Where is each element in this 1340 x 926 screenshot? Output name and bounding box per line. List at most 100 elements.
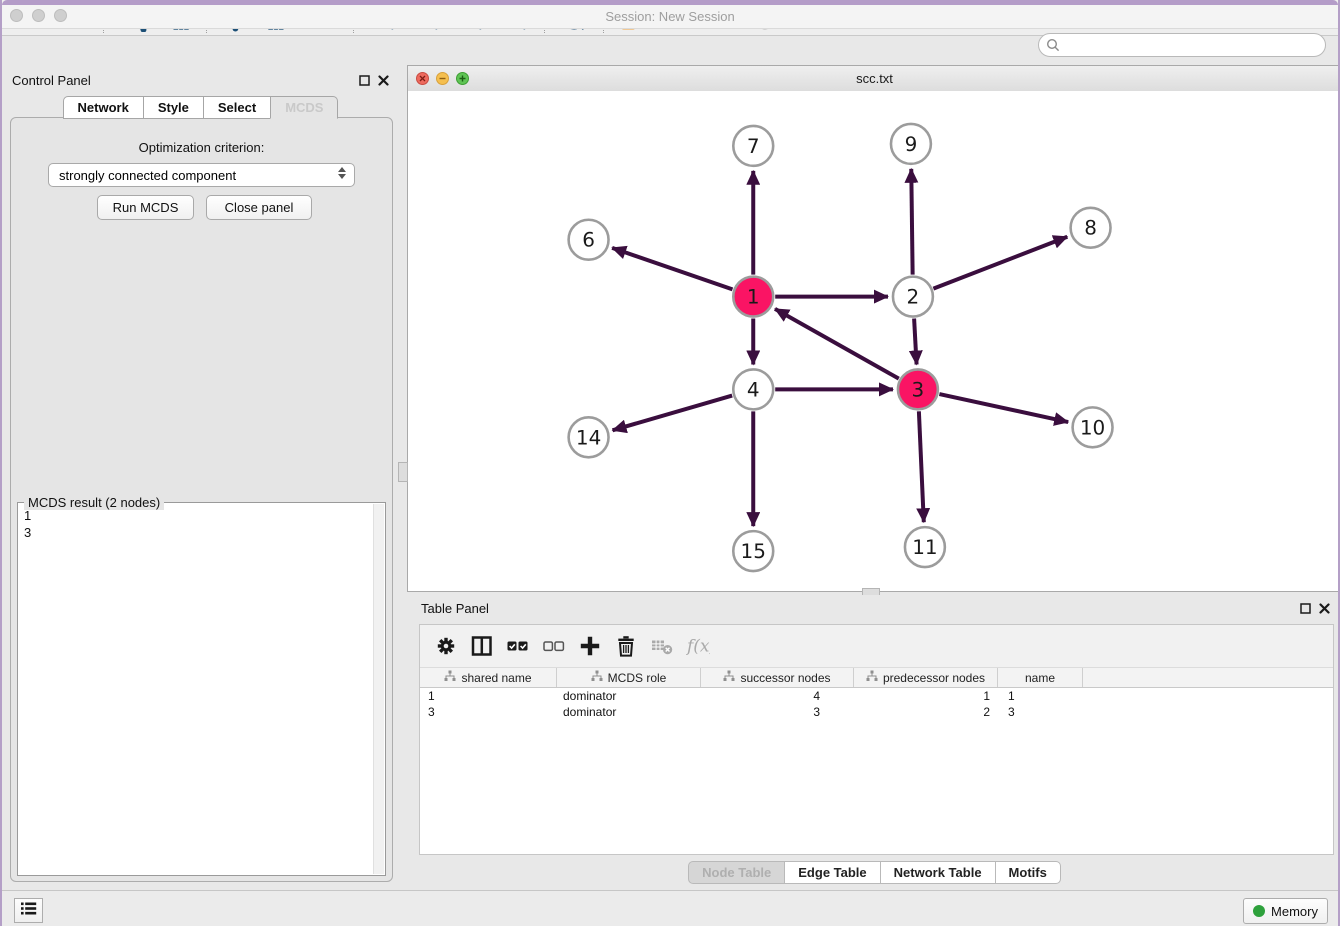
control-panel: Control Panel NetworkStyleSelectMCDS Opt… bbox=[2, 65, 399, 888]
table-header-row: shared name MCDS role successor nodes prede… bbox=[420, 668, 1333, 688]
column-header-label: shared name bbox=[461, 671, 531, 685]
table-cell[interactable]: 3 bbox=[701, 704, 854, 720]
table-settings-icon[interactable] bbox=[431, 631, 461, 661]
toggle-columns-icon[interactable] bbox=[467, 631, 497, 661]
close-panel-icon[interactable] bbox=[378, 73, 389, 91]
table-cell[interactable]: 4 bbox=[701, 688, 854, 704]
close-panel-icon[interactable] bbox=[1319, 601, 1330, 619]
mcds-panel: Optimization criterion: strongly connect… bbox=[10, 117, 393, 882]
network-canvas[interactable]: 7968124314101511 bbox=[408, 91, 1340, 591]
graph-node-label: 9 bbox=[905, 132, 918, 156]
create-column-icon[interactable] bbox=[575, 631, 605, 661]
tab-motifs[interactable]: Motifs bbox=[995, 861, 1061, 884]
edge-3-11[interactable] bbox=[919, 411, 924, 522]
graph-node-label: 7 bbox=[747, 134, 760, 158]
delete-table-icon bbox=[647, 631, 677, 661]
control-panel-tabs: NetworkStyleSelectMCDS bbox=[2, 96, 399, 119]
status-bar: Memory bbox=[2, 890, 1338, 926]
column-header-label: name bbox=[1025, 671, 1055, 685]
edge-2-8[interactable] bbox=[933, 237, 1067, 289]
table-cell[interactable]: 3 bbox=[420, 704, 557, 720]
column-header-MCDS-role[interactable]: MCDS role bbox=[557, 668, 701, 687]
deselect-all-columns-icon[interactable] bbox=[539, 631, 569, 661]
delete-columns-icon[interactable] bbox=[611, 631, 641, 661]
vertical-splitter-handle[interactable] bbox=[398, 462, 408, 482]
graph-node-label: 10 bbox=[1080, 415, 1105, 439]
table-tabs: Node TableEdge TableNetwork TableMotifs bbox=[407, 861, 1340, 884]
close-panel-button[interactable]: Close panel bbox=[206, 195, 312, 220]
network-view-window: scc.txt 7968124314101511 bbox=[407, 65, 1340, 592]
table-cell[interactable]: dominator bbox=[557, 704, 701, 720]
graph-node-label: 11 bbox=[912, 535, 937, 559]
app-titlebar: Session: New Session bbox=[2, 5, 1338, 29]
table-cell[interactable]: 1 bbox=[998, 688, 1083, 704]
tab-mcds[interactable]: MCDS bbox=[270, 96, 338, 119]
optimization-criterion-select[interactable]: strongly connected component bbox=[48, 163, 355, 187]
node-table-block: f(x) shared name MCDS role successor nodes… bbox=[419, 624, 1334, 855]
edge-1-6[interactable] bbox=[612, 248, 732, 290]
application-window: Session: New Session Control Panel Netwo… bbox=[0, 0, 1340, 926]
graph-node-label: 4 bbox=[747, 377, 760, 401]
table-cell[interactable]: 1 bbox=[854, 688, 998, 704]
memory-status-icon bbox=[1253, 905, 1265, 917]
task-history-button[interactable] bbox=[14, 898, 43, 923]
tab-style[interactable]: Style bbox=[143, 96, 204, 119]
memory-label: Memory bbox=[1271, 904, 1318, 919]
memory-button[interactable]: Memory bbox=[1243, 898, 1328, 924]
table-cell[interactable]: 2 bbox=[854, 704, 998, 720]
column-header-label: MCDS role bbox=[608, 671, 667, 685]
mcds-result-list[interactable]: 1 3 bbox=[20, 507, 373, 873]
network-window-titlebar[interactable]: scc.txt bbox=[408, 66, 1340, 92]
table-row[interactable]: 1dominator411 bbox=[420, 688, 1333, 704]
edge-3-10[interactable] bbox=[939, 394, 1068, 422]
column-header-label: predecessor nodes bbox=[883, 671, 985, 685]
column-header-name[interactable]: name bbox=[998, 668, 1083, 687]
tab-network[interactable]: Network bbox=[63, 96, 144, 119]
network-graph[interactable]: 7968124314101511 bbox=[408, 91, 1340, 591]
network-window-title: scc.txt bbox=[408, 71, 1340, 86]
column-header-label: successor nodes bbox=[740, 671, 830, 685]
list-icon bbox=[20, 901, 37, 921]
graph-node-label: 8 bbox=[1084, 216, 1097, 240]
select-all-columns-icon[interactable] bbox=[503, 631, 533, 661]
result-scrollbar[interactable] bbox=[373, 504, 384, 874]
graph-node-label: 2 bbox=[907, 285, 920, 309]
tab-node-table[interactable]: Node Table bbox=[688, 861, 785, 884]
optimization-criterion-label: Optimization criterion: bbox=[11, 140, 392, 155]
float-panel-icon[interactable] bbox=[1300, 601, 1311, 619]
app-window-title: Session: New Session bbox=[2, 9, 1338, 24]
tree-icon bbox=[444, 670, 456, 685]
table-panel: Table Panel f(x) shared nameMCDS rolesuc… bbox=[407, 595, 1340, 890]
edge-4-14[interactable] bbox=[613, 396, 733, 431]
table-toolbar: f(x) bbox=[420, 625, 1333, 668]
column-header-successor-nodes[interactable]: successor nodes bbox=[701, 668, 854, 687]
graph-node-label: 15 bbox=[741, 539, 766, 563]
search-input[interactable] bbox=[1038, 33, 1326, 57]
control-panel-title: Control Panel bbox=[12, 73, 91, 88]
tab-select[interactable]: Select bbox=[203, 96, 271, 119]
table-row[interactable]: 3dominator323 bbox=[420, 704, 1333, 720]
table-body: 1dominator4113dominator323 bbox=[420, 688, 1333, 720]
control-panel-buttons bbox=[359, 73, 389, 91]
run-mcds-button[interactable]: Run MCDS bbox=[97, 195, 194, 220]
function-builder-icon: f(x) bbox=[683, 631, 713, 661]
svg-text:f(x): f(x) bbox=[686, 637, 710, 657]
column-header-shared-name[interactable]: shared name bbox=[420, 668, 557, 687]
float-panel-icon[interactable] bbox=[359, 73, 370, 91]
tree-icon bbox=[591, 670, 603, 685]
tab-edge-table[interactable]: Edge Table bbox=[784, 861, 880, 884]
selected-option: strongly connected component bbox=[59, 168, 236, 183]
table-cell[interactable]: 1 bbox=[420, 688, 557, 704]
node-table: shared name MCDS role successor nodes prede… bbox=[420, 668, 1333, 720]
tab-network-table[interactable]: Network Table bbox=[880, 861, 996, 884]
graph-node-label: 6 bbox=[582, 228, 595, 252]
edge-3-1[interactable] bbox=[775, 309, 899, 379]
edge-2-9[interactable] bbox=[911, 169, 912, 275]
search-icon bbox=[1046, 38, 1060, 57]
graph-node-label: 1 bbox=[747, 285, 760, 309]
table-cell[interactable]: dominator bbox=[557, 688, 701, 704]
edge-2-3[interactable] bbox=[914, 319, 916, 365]
graph-node-label: 14 bbox=[576, 425, 601, 449]
table-cell[interactable]: 3 bbox=[998, 704, 1083, 720]
column-header-predecessor-nodes[interactable]: predecessor nodes bbox=[854, 668, 998, 687]
